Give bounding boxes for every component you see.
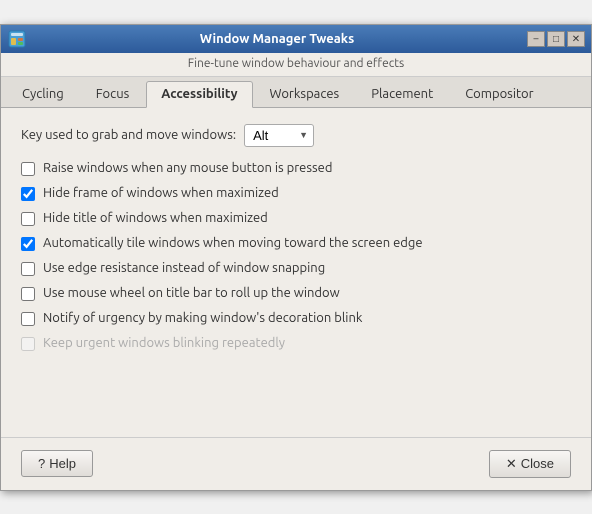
label-hide-title[interactable]: Hide title of windows when maximized (43, 211, 268, 225)
checkbox-row-keep-blinking: Keep urgent windows blinking repeatedly (21, 336, 571, 351)
main-window: Window Manager Tweaks – □ ✕ Fine-tune wi… (0, 24, 592, 491)
label-raise[interactable]: Raise windows when any mouse button is p… (43, 161, 332, 175)
tab-focus[interactable]: Focus (81, 81, 145, 107)
checkbox-row-raise: Raise windows when any mouse button is p… (21, 161, 571, 176)
tab-placement[interactable]: Placement (356, 81, 448, 107)
key-select-wrapper: Alt Super Ctrl (244, 124, 314, 147)
checkbox-mouse-wheel[interactable] (21, 287, 35, 301)
checkbox-row-edge-resist: Use edge resistance instead of window sn… (21, 261, 571, 276)
checkbox-edge-resist[interactable] (21, 262, 35, 276)
checkbox-raise[interactable] (21, 162, 35, 176)
tab-workspaces[interactable]: Workspaces (255, 81, 355, 107)
window-title: Window Manager Tweaks (27, 32, 527, 46)
close-button[interactable]: ✕ Close (489, 450, 571, 478)
tab-compositor[interactable]: Compositor (450, 81, 548, 107)
key-select[interactable]: Alt Super Ctrl (244, 124, 314, 147)
help-label: Help (49, 456, 76, 471)
checkbox-hide-title[interactable] (21, 212, 35, 226)
tab-accessibility[interactable]: Accessibility (146, 81, 252, 108)
key-selector-label: Key used to grab and move windows: (21, 128, 236, 142)
titlebar: Window Manager Tweaks – □ ✕ (1, 25, 591, 53)
label-mouse-wheel[interactable]: Use mouse wheel on title bar to roll up … (43, 286, 340, 300)
checkbox-keep-blinking[interactable] (21, 337, 35, 351)
checkbox-auto-tile[interactable] (21, 237, 35, 251)
close-label: Close (521, 456, 554, 471)
checkbox-row-hide-frame: Hide frame of windows when maximized (21, 186, 571, 201)
window-subtitle: Fine-tune window behaviour and effects (1, 53, 591, 77)
app-icon (7, 29, 27, 49)
key-selector-row: Key used to grab and move windows: Alt S… (21, 124, 571, 147)
tab-cycling[interactable]: Cycling (7, 81, 79, 107)
help-icon: ? (38, 456, 45, 471)
checkbox-row-hide-title: Hide title of windows when maximized (21, 211, 571, 226)
label-notify-urgency[interactable]: Notify of urgency by making window's dec… (43, 311, 362, 325)
label-auto-tile[interactable]: Automatically tile windows when moving t… (43, 236, 423, 250)
maximize-button[interactable]: □ (547, 31, 565, 47)
checkbox-hide-frame[interactable] (21, 187, 35, 201)
minimize-button[interactable]: – (527, 31, 545, 47)
checkbox-row-notify-urgency: Notify of urgency by making window's dec… (21, 311, 571, 326)
tab-content: Key used to grab and move windows: Alt S… (1, 108, 591, 377)
checkbox-row-auto-tile: Automatically tile windows when moving t… (21, 236, 571, 251)
window-controls: – □ ✕ (527, 31, 585, 47)
label-hide-frame[interactable]: Hide frame of windows when maximized (43, 186, 279, 200)
label-edge-resist[interactable]: Use edge resistance instead of window sn… (43, 261, 325, 275)
close-icon: ✕ (506, 456, 517, 472)
checkbox-notify-urgency[interactable] (21, 312, 35, 326)
footer: ? Help ✕ Close (1, 437, 591, 490)
checkbox-row-mouse-wheel: Use mouse wheel on title bar to roll up … (21, 286, 571, 301)
close-button-titlebar[interactable]: ✕ (567, 31, 585, 47)
help-button[interactable]: ? Help (21, 450, 93, 477)
label-keep-blinking: Keep urgent windows blinking repeatedly (43, 336, 285, 350)
tab-bar: Cycling Focus Accessibility Workspaces P… (1, 77, 591, 108)
